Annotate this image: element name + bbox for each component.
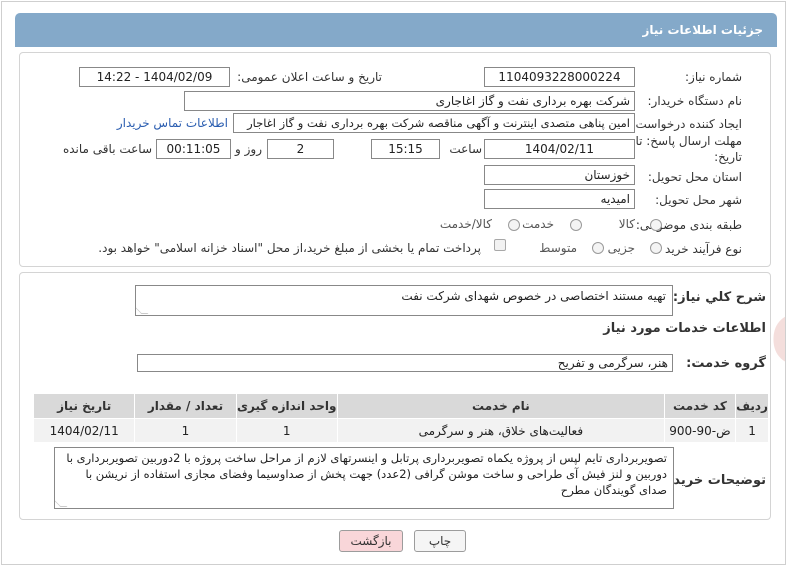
buyer-notes-text: تصویربرداری تایم لپس از پروژه یکماه تصوی… [66, 451, 667, 497]
col-header-quantity: تعداد / مقدار [134, 393, 237, 419]
col-header-row-number: ردیف [735, 393, 769, 419]
services-table: ردیف کد خدمت نام خدمت واحد اندازه گیری ت… [32, 393, 769, 443]
table-header-row: ردیف کد خدمت نام خدمت واحد اندازه گیری ت… [32, 393, 769, 419]
col-header-unit: واحد اندازه گیری [235, 393, 338, 419]
summary-label: شرح کلي نياز: [672, 290, 766, 305]
service-group-field: هنر، سرگرمی و تفریح [137, 354, 673, 372]
category-option-goods: کالا [618, 217, 635, 231]
resize-grip-icon[interactable] [136, 307, 149, 314]
need-number-label: شماره نیاز: [685, 70, 742, 84]
summary-text: تهیه مستند اختصاصی در خصوص شهدای شرکت نف… [401, 289, 666, 303]
buyer-contact-link[interactable]: اطلاعات تماس خریدار [117, 116, 228, 130]
deadline-label: مهلت ارسال پاسخ: تا [635, 134, 742, 148]
cell-row-number: 1 [735, 418, 769, 443]
purchase-option-medium: متوسط [539, 241, 577, 255]
print-button[interactable]: چاپ [414, 530, 466, 552]
cell-unit: 1 [235, 418, 338, 443]
treasury-payment-checkbox[interactable] [494, 239, 506, 251]
category-option-goods-service: کالا/خدمت [439, 217, 492, 231]
province-label: استان محل تحویل: [647, 170, 742, 184]
deadline-date-field: 1404/02/11 [484, 139, 635, 159]
need-number-field: 1104093228000224 [484, 67, 635, 87]
announce-date-label: تاریخ و ساعت اعلان عمومی: [237, 70, 382, 84]
service-group-label: گروه خدمت: [686, 356, 766, 371]
buyer-org-field: شرکت بهره برداری نفت و گاز اغاجاری [184, 91, 635, 111]
city-label: شهر محل تحویل: [655, 193, 742, 207]
treasury-payment-note: پرداخت تمام یا بخشی از مبلغ خرید،از محل … [98, 241, 481, 255]
buyer-notes-field: تصویربرداری تایم لپس از پروژه یکماه تصوی… [54, 447, 674, 509]
col-header-service-code: کد خدمت [663, 393, 737, 419]
deadline-time-field: 15:15 [371, 139, 440, 159]
buyer-org-label: نام دستگاه خریدار: [647, 94, 743, 108]
announce-date-field: 1404/02/09 - 14:22 [79, 67, 230, 87]
category-radio-goods[interactable] [650, 219, 662, 231]
creator-label: ایجاد کننده درخواست: [631, 117, 742, 131]
category-radio-service[interactable] [570, 219, 582, 231]
summary-field: تهیه مستند اختصاصی در خصوص شهدای شرکت نف… [135, 285, 673, 316]
time-remaining-label: ساعت باقی مانده [62, 142, 152, 156]
back-button[interactable]: بازگشت [339, 530, 403, 552]
cell-service-code: ض-90-900 [663, 418, 737, 443]
page-title: جزئیات اطلاعات نیاز [15, 13, 777, 47]
resize-grip-icon[interactable] [55, 500, 68, 507]
purchase-radio-minor[interactable] [650, 242, 662, 254]
category-option-service: خدمت [522, 217, 554, 231]
col-header-service-name: نام خدمت [336, 393, 665, 419]
purchase-option-minor: جزیی [607, 241, 635, 255]
days-label: روز و [235, 142, 262, 156]
cell-service-name: فعالیت‌های خلاق، هنر و سرگرمی [336, 418, 665, 443]
deadline-time-label: ساعت [449, 142, 482, 156]
days-remaining-field: 2 [267, 139, 334, 159]
purchase-radio-medium[interactable] [592, 242, 604, 254]
table-row: 1 ض-90-900 فعالیت‌های خلاق، هنر و سرگرمی… [32, 418, 769, 443]
cell-quantity: 1 [134, 418, 237, 443]
province-field: خوزستان [484, 165, 635, 185]
creator-field: امین پناهی متصدی اینترنت و آگهی مناقصه ش… [233, 113, 635, 133]
col-header-need-date: تاریخ نیاز [32, 393, 136, 419]
purchase-type-label: نوع فرآیند خرید : [657, 242, 742, 256]
category-radio-goods-service[interactable] [508, 219, 520, 231]
city-field: امیدیه [484, 189, 635, 209]
cell-need-date: 1404/02/11 [32, 418, 136, 443]
services-section-title: اطلاعات خدمات مورد نیاز [603, 321, 766, 336]
deadline-label-date: تاریخ: [714, 150, 742, 164]
time-remaining-field: 00:11:05 [156, 139, 231, 159]
